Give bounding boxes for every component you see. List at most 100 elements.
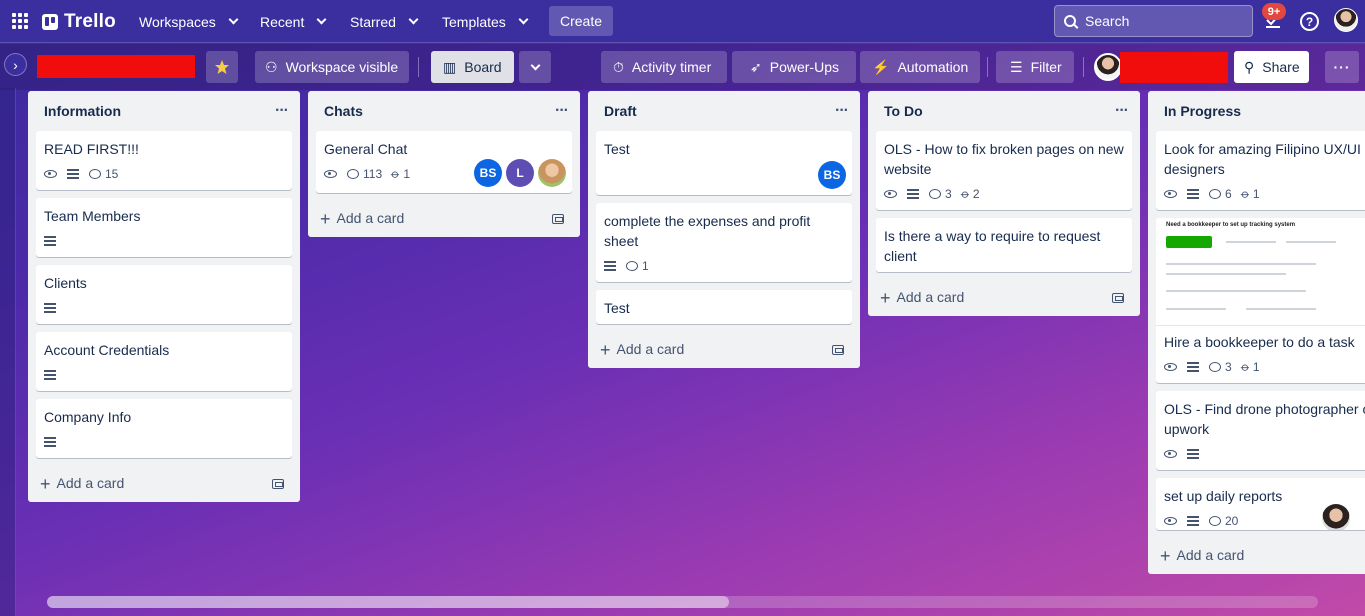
card[interactable]: READ FIRST!!! 15 xyxy=(36,131,292,190)
list-title[interactable]: Chats xyxy=(324,103,363,119)
member-avatar-photo[interactable] xyxy=(538,159,566,187)
menu-label: Starred xyxy=(350,13,396,30)
horizontal-scrollbar-thumb[interactable] xyxy=(47,596,729,608)
expand-sidebar-button[interactable]: › xyxy=(4,53,27,76)
member-avatar[interactable]: L xyxy=(506,159,534,187)
card[interactable]: Account Credentials xyxy=(36,332,292,391)
card[interactable]: Company Info xyxy=(36,399,292,458)
power-ups-button[interactable]: ➶ Power-Ups xyxy=(732,51,856,83)
card[interactable]: General Chat 113 ⌀ 1 BS L xyxy=(316,131,572,193)
help-icon[interactable]: ? xyxy=(1300,12,1319,31)
comments-badge: 20 xyxy=(1209,514,1238,528)
member-avatar-photo[interactable] xyxy=(1322,504,1350,530)
menu-templates[interactable]: Templates xyxy=(442,8,529,35)
workspace-visible-button[interactable]: ⚇ Workspace visible xyxy=(255,51,409,83)
add-card-button[interactable]: + Add a card xyxy=(868,280,1140,316)
board-view-button[interactable]: ▥ Board xyxy=(431,51,514,83)
comments-badge: 1 xyxy=(626,259,649,273)
star-board-button[interactable] xyxy=(206,51,238,83)
plus-icon: + xyxy=(320,208,331,229)
card[interactable]: Clients xyxy=(36,265,292,324)
board-menu-button[interactable]: ··· xyxy=(1325,51,1359,83)
list-title[interactable]: To Do xyxy=(884,103,923,119)
search-input[interactable]: Search xyxy=(1054,5,1253,37)
card[interactable]: complete the expenses and profit sheet 1 xyxy=(596,203,852,282)
create-from-template-icon[interactable] xyxy=(552,214,564,224)
watch-icon xyxy=(1164,450,1177,458)
chevron-down-icon xyxy=(530,60,540,70)
attachment-icon: ⌀ xyxy=(1237,359,1253,375)
list-actions-icon[interactable]: ··· xyxy=(835,102,849,120)
add-card-label: Add a card xyxy=(56,474,125,491)
menu-recent[interactable]: Recent xyxy=(260,8,327,35)
plus-icon: + xyxy=(600,339,611,360)
add-card-button[interactable]: + Add a card xyxy=(28,466,300,502)
card[interactable]: Is there a way to require to request cli… xyxy=(876,218,1132,272)
comment-count: 15 xyxy=(105,167,119,181)
button-label: Automation xyxy=(897,59,969,75)
list-header: In Progress ··· xyxy=(1148,91,1365,131)
add-card-button[interactable]: + Add a card xyxy=(588,332,860,368)
card-title: OLS - Find drone photographer on upwork xyxy=(1164,401,1365,437)
card-badges: 1 xyxy=(604,256,844,276)
button-label: Activity timer xyxy=(631,59,712,75)
card[interactable]: set up daily reports 20 xyxy=(1156,478,1365,530)
create-from-template-icon[interactable] xyxy=(1112,293,1124,303)
list-to-do: To Do ··· OLS - How to fix broken pages … xyxy=(868,91,1140,316)
card[interactable]: Need a bookkeeper to set up tracking sys… xyxy=(1156,218,1365,383)
create-from-template-icon[interactable] xyxy=(272,479,284,489)
view-switcher-button[interactable] xyxy=(519,51,551,83)
attachments-badge: ⌀ 1 xyxy=(388,166,410,181)
list-header: To Do ··· xyxy=(868,91,1140,131)
card-title: Test xyxy=(604,141,630,157)
menu-workspaces[interactable]: Workspaces xyxy=(139,8,239,35)
card[interactable]: Team Members xyxy=(36,198,292,257)
card[interactable]: Test BS xyxy=(596,131,852,195)
card-badges xyxy=(1164,444,1365,464)
create-button[interactable]: Create xyxy=(549,6,613,36)
share-button[interactable]: ⚲ Share xyxy=(1234,51,1309,83)
user-avatar[interactable] xyxy=(1334,8,1358,32)
add-card-button[interactable]: + Add a card xyxy=(1148,538,1365,574)
comment-count: 3 xyxy=(945,187,952,201)
board-title-redacted[interactable] xyxy=(37,55,195,78)
board-member-avatar[interactable] xyxy=(1094,53,1122,81)
list-title[interactable]: Information xyxy=(44,103,121,119)
activity-timer-button[interactable]: ⏱ Activity timer xyxy=(601,51,727,83)
member-avatar[interactable]: BS xyxy=(474,159,502,187)
description-icon xyxy=(44,437,56,447)
create-from-template-icon[interactable] xyxy=(832,345,844,355)
card[interactable]: Test xyxy=(596,290,852,324)
card[interactable]: OLS - How to fix broken pages on new web… xyxy=(876,131,1132,210)
collapsed-sidebar xyxy=(0,88,16,616)
card-title: Look for amazing Filipino UX/UI designer… xyxy=(1164,141,1361,177)
attachment-icon: ⌀ xyxy=(1237,186,1253,202)
filter-button[interactable]: ☰ Filter xyxy=(996,51,1074,83)
member-avatar[interactable]: BS xyxy=(818,161,846,189)
menu-starred[interactable]: Starred xyxy=(350,8,419,35)
people-icon: ⚇ xyxy=(265,58,278,75)
plus-icon: + xyxy=(1160,545,1171,566)
add-card-button[interactable]: + Add a card xyxy=(308,201,580,237)
list-title[interactable]: In Progress xyxy=(1164,103,1241,119)
card-title: set up daily reports xyxy=(1164,488,1283,504)
list-actions-icon[interactable]: ··· xyxy=(555,102,569,120)
card-members: BS L xyxy=(474,159,566,187)
comment-icon xyxy=(929,189,941,199)
watch-icon xyxy=(1164,363,1177,371)
description-icon xyxy=(44,303,56,313)
more-icon: ··· xyxy=(1333,59,1351,75)
button-label: Board xyxy=(464,59,502,75)
card[interactable]: Look for amazing Filipino UX/UI designer… xyxy=(1156,131,1365,210)
add-card-label: Add a card xyxy=(896,288,965,305)
card-title: OLS - How to fix broken pages on new web… xyxy=(884,141,1124,177)
list-actions-icon[interactable]: ··· xyxy=(1115,102,1129,120)
trello-logo[interactable]: Trello xyxy=(42,11,116,33)
card-title: complete the expenses and profit sheet xyxy=(604,213,811,249)
card[interactable]: OLS - Find drone photographer on upwork xyxy=(1156,391,1365,470)
automation-button[interactable]: ⚡ Automation xyxy=(860,51,980,83)
list-actions-icon[interactable]: ··· xyxy=(275,102,289,120)
list-title[interactable]: Draft xyxy=(604,103,637,119)
attachments-badge: ⌀ 1 xyxy=(1238,186,1260,201)
app-switcher-icon[interactable] xyxy=(12,13,28,29)
